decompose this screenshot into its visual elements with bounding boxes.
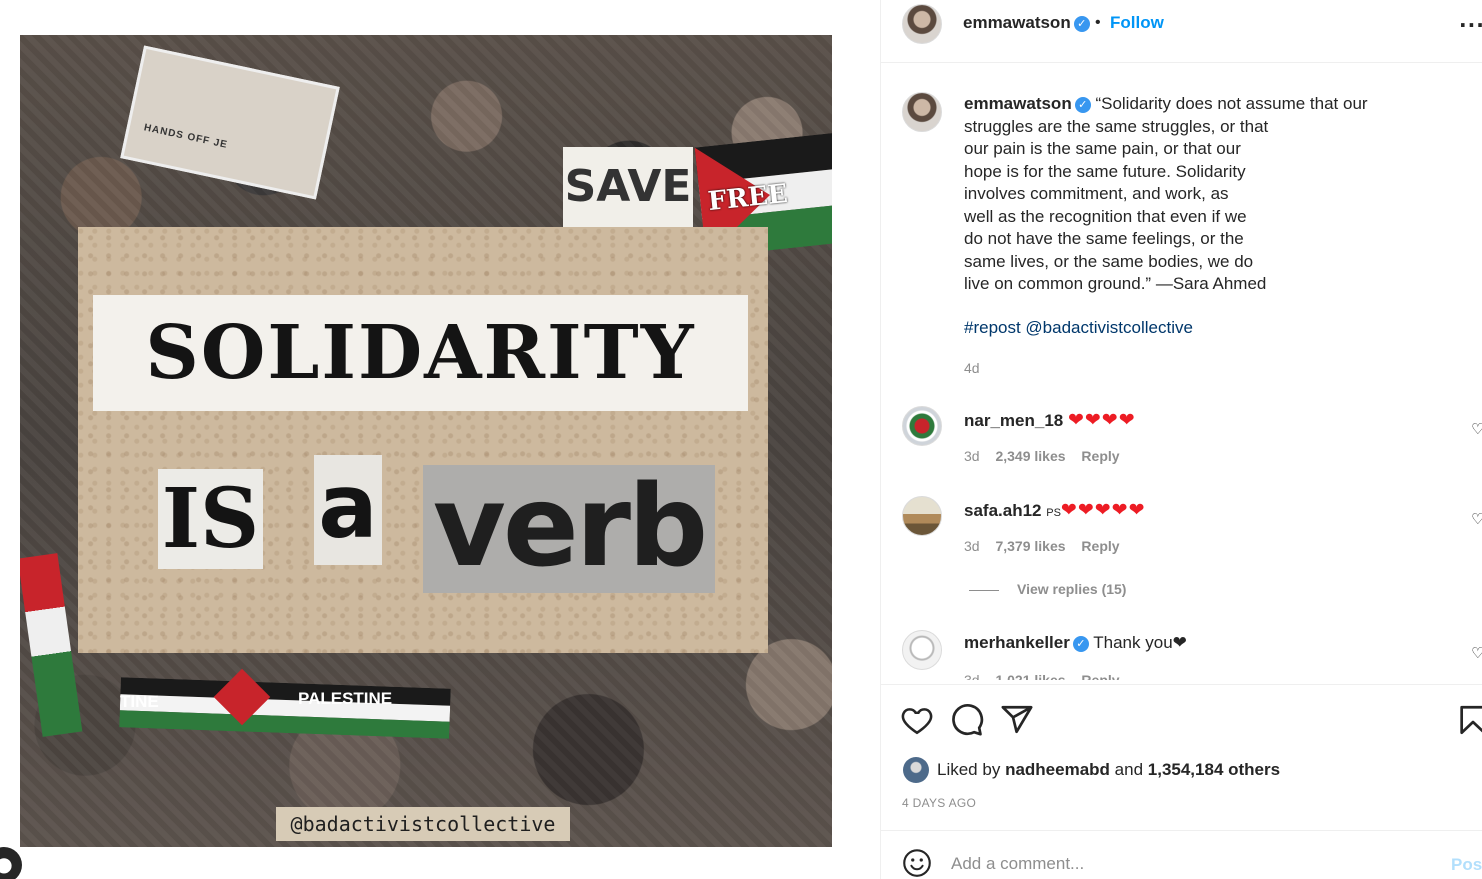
follow-button[interactable]: Follow bbox=[1110, 13, 1164, 33]
comment-time[interactable]: 3d bbox=[964, 672, 980, 680]
post-header: emmawatson✓ • Follow ... bbox=[881, 0, 1482, 63]
comment-item: safa.ah12 PS❤❤❤❤❤ 3d 7,379 likes Reply ♡ bbox=[881, 496, 1482, 566]
headline-solidarity: SOLIDARITY bbox=[93, 295, 748, 411]
comment-likes[interactable]: 2,349 likes bbox=[995, 448, 1065, 464]
verified-icon: ✓ bbox=[1073, 16, 1090, 32]
cardboard-collage: SOLIDARITY IS a verb bbox=[78, 227, 768, 653]
reply-button[interactable]: Reply bbox=[1081, 448, 1119, 464]
comment-body: merhankeller ✓ Thank you❤ bbox=[964, 633, 1187, 653]
liked-by-prefix: Liked by bbox=[937, 760, 1001, 779]
action-bar: Liked by nadheemabd and 1,354,184 others… bbox=[881, 684, 1482, 830]
comment-time[interactable]: 3d bbox=[964, 448, 980, 464]
banner-text-left: TINE bbox=[120, 692, 159, 711]
liked-by-text: Liked by nadheemabd and 1,354,184 others bbox=[937, 760, 1280, 780]
heart-icon[interactable]: ♡ bbox=[1471, 644, 1482, 662]
more-icon[interactable]: ... bbox=[1459, 8, 1482, 32]
caption-text: emmawatson ✓ “Solidarity does not assume … bbox=[964, 93, 1384, 296]
caption-line: our pain is the same pain, or that our bbox=[964, 139, 1241, 158]
reply-button[interactable]: Reply bbox=[1081, 538, 1119, 554]
headline-is: IS bbox=[158, 469, 263, 569]
heart-icon[interactable]: ♡ bbox=[1471, 510, 1482, 528]
banner-text-right: PALESTINE bbox=[298, 689, 393, 708]
caption-line: well as the recognition that even if we bbox=[964, 206, 1247, 226]
bookmark-icon[interactable] bbox=[1456, 703, 1482, 737]
watermark: @badactivistcollective bbox=[276, 807, 570, 841]
comment-meta: 3d 1,021 likes Reply bbox=[964, 672, 1132, 680]
post-comment-button[interactable]: Post bbox=[1451, 855, 1482, 875]
liker-avatar[interactable] bbox=[903, 757, 929, 783]
heart-icon[interactable]: ♡ bbox=[1471, 420, 1482, 438]
comments-list[interactable]: emmawatson ✓ “Solidarity does not assume … bbox=[881, 64, 1482, 680]
caption-line: struggles are the same struggles, or tha… bbox=[964, 116, 1269, 136]
caption-line: live on common ground.” —Sara Ahmed bbox=[964, 274, 1267, 293]
comment-likes[interactable]: 1,021 likes bbox=[995, 672, 1065, 680]
comment-meta: 3d 2,349 likes Reply bbox=[964, 448, 1132, 464]
comment-body: safa.ah12 PS❤❤❤❤❤ bbox=[964, 499, 1146, 522]
replies-divider bbox=[969, 589, 999, 591]
emoji-icon[interactable] bbox=[902, 848, 932, 878]
post-image[interactable]: HANDS OFF JE SAVE FREE SOLIDARITY IS a v… bbox=[20, 35, 832, 847]
author-username[interactable]: emmawatson ✓ bbox=[963, 13, 1090, 33]
separator-dot: • bbox=[1095, 14, 1101, 31]
user-icon[interactable]: ● bbox=[0, 847, 22, 879]
comment-likes[interactable]: 7,379 likes bbox=[995, 538, 1065, 554]
comment-prefix: PS bbox=[1046, 507, 1061, 519]
commenter-avatar[interactable] bbox=[902, 496, 942, 536]
likes-count[interactable]: 1,354,184 others bbox=[1148, 760, 1280, 779]
add-comment-bar: Post bbox=[881, 830, 1482, 879]
verified-icon: ✓ bbox=[1074, 97, 1091, 113]
post-date[interactable]: 4 DAYS AGO bbox=[902, 796, 976, 810]
comment-meta: 3d 7,379 likes Reply bbox=[964, 538, 1132, 554]
comment-icon[interactable] bbox=[950, 703, 984, 737]
verified-icon: ✓ bbox=[1072, 636, 1089, 652]
heart-icon[interactable] bbox=[900, 703, 934, 737]
view-replies-label[interactable]: View replies (15) bbox=[1017, 581, 1126, 597]
liker-username[interactable]: nadheemabd bbox=[1005, 760, 1110, 779]
image-panel: HANDS OFF JE SAVE FREE SOLIDARITY IS a v… bbox=[0, 0, 880, 879]
author-avatar[interactable] bbox=[902, 4, 942, 44]
commenter-username[interactable]: safa.ah12 bbox=[964, 501, 1042, 520]
author-username-text[interactable]: emmawatson bbox=[963, 13, 1071, 32]
commenter-username[interactable]: merhankeller bbox=[964, 633, 1070, 652]
comment-item: merhankeller ✓ Thank you❤ 3d 1,021 likes … bbox=[881, 630, 1482, 680]
comment-item: nar_men_18 ❤❤❤❤ 3d 2,349 likes Reply ♡ bbox=[881, 406, 1482, 476]
comment-text: Thank you❤ bbox=[1093, 633, 1187, 652]
commenter-avatar[interactable] bbox=[902, 406, 942, 446]
hashtag-link[interactable]: #repost @badactivistcollective bbox=[964, 318, 1193, 338]
post-side-panel: emmawatson✓ • Follow ... emmawatson✓ “So… bbox=[880, 0, 1482, 879]
caption-line: hope is for the same future. Solidarity bbox=[964, 161, 1246, 181]
commenter-avatar[interactable] bbox=[902, 630, 942, 670]
view-replies-button[interactable]: View replies (15) bbox=[969, 581, 1126, 597]
commenter-username[interactable]: nar_men_18 bbox=[964, 411, 1063, 430]
headline-verb: verb bbox=[423, 465, 715, 593]
caption-line: involves commitment, and work, as bbox=[964, 184, 1229, 203]
caption-username[interactable]: emmawatson bbox=[964, 94, 1072, 113]
comment-body: nar_men_18 ❤❤❤❤ bbox=[964, 409, 1136, 432]
comment-text: ❤❤❤❤❤ bbox=[1060, 500, 1146, 521]
caption-line: same lives, or the same bodies, we do bbox=[964, 251, 1254, 271]
save-sign: SAVE bbox=[563, 147, 693, 227]
caption-avatar[interactable] bbox=[902, 92, 942, 132]
comment-input[interactable] bbox=[951, 851, 1431, 877]
protest-sign-text: HANDS OFF JE bbox=[142, 122, 229, 151]
caption-line: do not have the same feelings, or the bbox=[964, 229, 1244, 248]
share-icon[interactable] bbox=[1000, 703, 1034, 737]
caption-timestamp[interactable]: 4d bbox=[964, 360, 980, 376]
reply-button[interactable]: Reply bbox=[1081, 672, 1119, 680]
caption-line: “Solidarity does not assume that our bbox=[1095, 94, 1368, 113]
comment-text: ❤❤❤❤ bbox=[1067, 410, 1136, 431]
liked-by-and: and bbox=[1114, 760, 1144, 779]
headline-a: a bbox=[314, 455, 382, 565]
comment-time[interactable]: 3d bbox=[964, 538, 980, 554]
